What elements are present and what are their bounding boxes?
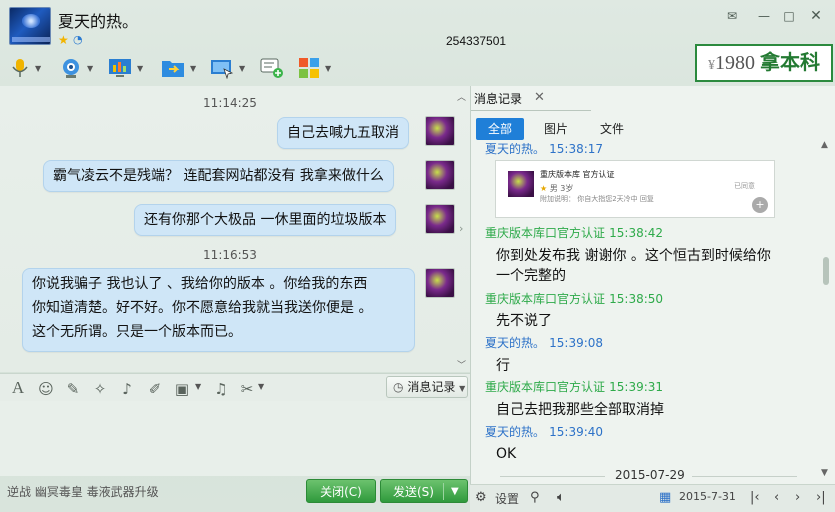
voice-message-icon[interactable]: ♪ xyxy=(118,380,136,398)
history-entry-header: 重庆版本库口官方认证 15:38:50 xyxy=(485,292,664,306)
logo-icon xyxy=(22,14,40,28)
remote-assist-icon xyxy=(211,60,234,79)
scroll-up-icon[interactable]: ︿ xyxy=(457,90,466,103)
music-icon[interactable]: ♫ xyxy=(212,380,230,398)
history-message: 你到处发布我 谢谢你 。这个恒古到时候给你 一个完整的 xyxy=(496,248,771,284)
video-call-button[interactable]: ▼ xyxy=(60,56,93,80)
clock-icon: ◷ xyxy=(393,380,404,394)
contact-avatar[interactable] xyxy=(9,7,51,45)
chat-bubble[interactable]: 霸气凌云不是残端？ 连配套网站都没有 我拿来做什么 xyxy=(43,160,394,192)
last-page-icon[interactable]: ›| xyxy=(816,490,826,505)
scroll-down-icon[interactable]: ▼ xyxy=(821,468,828,478)
edit-icon[interactable]: ✐ xyxy=(146,380,164,398)
history-message: 自己去把我那些全部取消掉 xyxy=(496,402,664,418)
history-message: OK xyxy=(496,446,517,462)
font-icon[interactable]: A xyxy=(9,378,27,398)
file-transfer-button[interactable]: ▼ xyxy=(161,56,196,80)
screenshot-scissors-icon[interactable]: ✂ xyxy=(238,380,256,398)
chevron-down-icon[interactable]: ▼ xyxy=(35,64,41,73)
history-scrollbar[interactable]: ▲ ▼ xyxy=(821,140,831,480)
chevron-down-icon[interactable]: ▼ xyxy=(239,64,245,73)
mail-icon[interactable]: ✉ xyxy=(722,8,742,24)
message-plus-button[interactable] xyxy=(260,56,284,80)
message-plus-icon xyxy=(260,58,283,78)
speaker-icon[interactable]: 🔈︎ xyxy=(557,490,565,505)
network-status-icon[interactable]: ◔ xyxy=(73,34,83,46)
scroll-up-icon[interactable]: ▲ xyxy=(821,140,828,150)
minimize-icon[interactable]: — xyxy=(754,8,774,24)
avatar[interactable] xyxy=(425,116,455,146)
calendar-icon[interactable]: ▦ xyxy=(659,490,671,505)
message-input[interactable] xyxy=(0,401,470,476)
history-entry-header: 夏天的热。 15:39:08 xyxy=(485,336,604,350)
send-button[interactable]: 发送(S) ▼ xyxy=(380,479,468,503)
tab-message-history[interactable]: 消息记录 xyxy=(474,90,522,107)
zoom-in-icon[interactable]: + xyxy=(752,197,768,213)
maximize-icon[interactable]: □ xyxy=(779,8,799,24)
current-date[interactable]: 2015-7-31 xyxy=(679,490,736,503)
chevron-down-icon[interactable]: ▼ xyxy=(87,64,93,73)
chevron-down-icon[interactable]: ▼ xyxy=(325,64,331,73)
search-icon[interactable]: ⚲ xyxy=(530,490,540,505)
share-screen-button[interactable]: ▼ xyxy=(108,56,143,80)
history-entry-header: 重庆版本库口官方认证 15:39:31 xyxy=(485,380,664,394)
magic-expression-icon[interactable]: ✧ xyxy=(91,380,109,398)
chevron-down-icon[interactable]: ▼ xyxy=(190,64,196,73)
collapse-panel-icon[interactable]: › xyxy=(459,222,463,235)
history-message: 先不说了 xyxy=(496,313,552,329)
contact-name[interactable]: 夏天的热。 xyxy=(58,8,138,32)
close-icon[interactable]: ✕ xyxy=(534,90,545,105)
video-icon xyxy=(63,59,79,78)
history-entry-header: 重庆版本库口官方认证 15:38:42 xyxy=(485,226,664,240)
filter-all[interactable]: 全部 xyxy=(476,118,525,140)
file-transfer-icon xyxy=(162,61,184,77)
chevron-down-icon[interactable]: ▼ xyxy=(137,64,143,73)
scroll-thumb[interactable] xyxy=(823,257,829,285)
scroll-down-icon[interactable]: ﹀ xyxy=(457,358,466,371)
date-separator: 2015-07-29 xyxy=(470,468,820,484)
chat-bubble[interactable]: 你说我骗子 我也认了 、我给你的版本 。你给我的东西 你知道清楚。好不好。你不愿… xyxy=(22,268,415,352)
close-button[interactable]: 关闭(C) xyxy=(306,479,376,503)
chevron-down-icon[interactable]: ▼ xyxy=(195,382,201,391)
first-page-icon[interactable]: |‹ xyxy=(750,490,760,505)
message-timestamp: 11:16:53 xyxy=(203,248,257,262)
prev-page-icon[interactable]: ‹ xyxy=(774,490,779,505)
history-footer: ⚙ 设置 ⚲ 🔈︎ ▦ 2015-7-31 |‹ ‹ › ›| xyxy=(470,484,835,512)
voice-icon xyxy=(12,59,28,77)
filter-images[interactable]: 图片 xyxy=(532,118,580,140)
share-screen-icon xyxy=(109,59,131,77)
chat-bubble[interactable]: 还有你那个大极品 一休里面的垃圾版本 xyxy=(134,204,397,236)
remote-assist-button[interactable]: ▼ xyxy=(210,56,245,80)
gear-icon[interactable]: ⚙ xyxy=(475,490,487,505)
emoji-icon[interactable]: ☺ xyxy=(37,380,55,398)
apps-button[interactable]: ▼ xyxy=(298,56,331,80)
nudge-icon[interactable]: ✎ xyxy=(64,380,82,398)
settings-label[interactable]: 设置 xyxy=(495,490,519,507)
close-icon[interactable]: ✕ xyxy=(806,8,826,24)
chevron-down-icon[interactable]: ▼ xyxy=(451,480,459,504)
chevron-down-icon: ▼ xyxy=(459,384,466,393)
ad-banner[interactable]: ¥1980 拿本科 xyxy=(695,44,833,82)
next-page-icon[interactable]: › xyxy=(795,490,800,505)
voice-call-button[interactable]: ▼ xyxy=(10,56,41,80)
vip-star-icon[interactable]: ★ xyxy=(58,34,69,46)
avatar[interactable] xyxy=(425,268,455,298)
avatar[interactable] xyxy=(425,204,455,234)
shared-image[interactable]: 重庆版本库 官方认证 ★ 男 3岁 附加说明： 你自大指您2天冷中 回复 已同意… xyxy=(495,160,775,218)
avatar[interactable] xyxy=(425,160,455,190)
apps-icon xyxy=(299,58,319,78)
avatar xyxy=(508,171,534,197)
filter-files[interactable]: 文件 xyxy=(588,118,636,140)
message-timestamp: 11:14:25 xyxy=(203,96,257,110)
history-entry-header: 夏天的热。 15:38:17 xyxy=(485,143,604,155)
qq-number: 254337501 xyxy=(446,34,507,48)
chevron-down-icon[interactable]: ▼ xyxy=(258,382,264,391)
signature-text: 逆战 幽冥毒皇 毒液武器升级 xyxy=(7,485,159,499)
history-message: 行 xyxy=(496,358,510,374)
history-entry-header: 夏天的热。 15:39:40 xyxy=(485,425,604,439)
image-icon[interactable]: ▣ xyxy=(173,380,191,398)
message-history-button[interactable]: ◷ 消息记录 ▼ xyxy=(386,376,468,398)
chat-bubble[interactable]: 自己去喊九五取消 xyxy=(277,117,409,149)
